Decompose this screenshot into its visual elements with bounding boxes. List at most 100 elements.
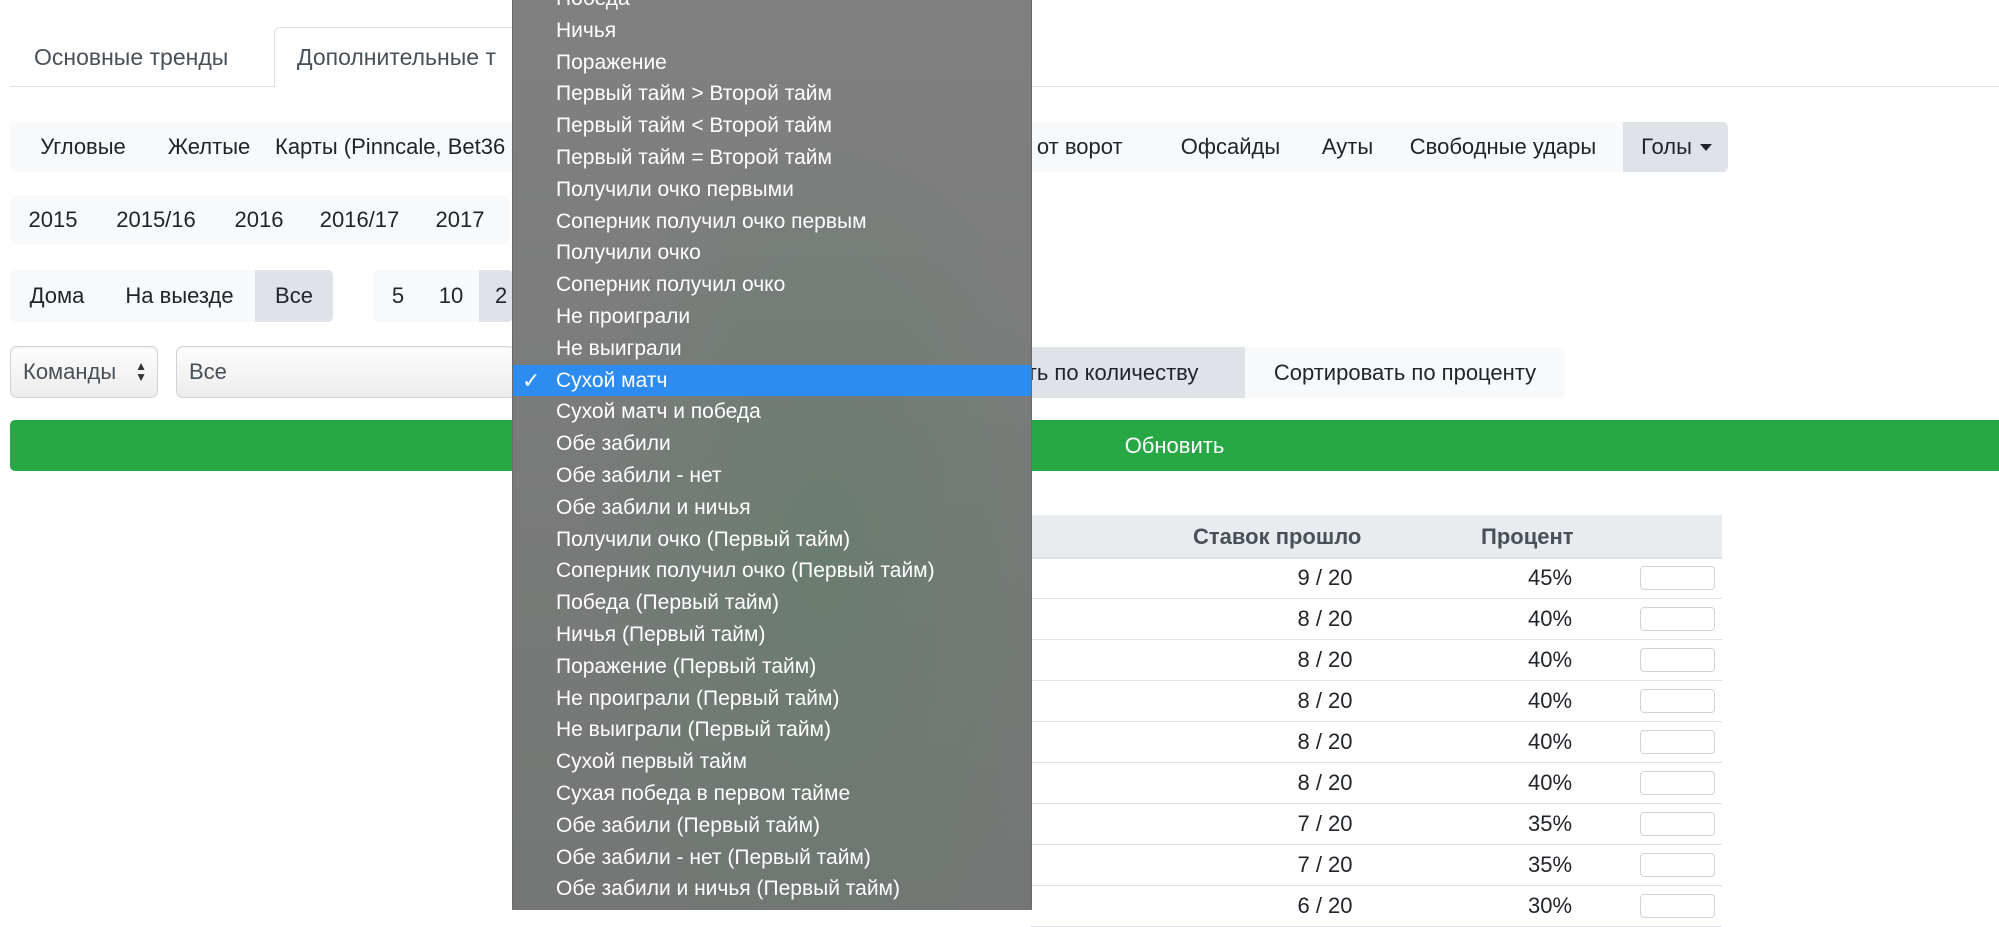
dropdown-option[interactable]: Обе забили: [513, 428, 1031, 459]
dropdown-option[interactable]: Обе забили (Первый тайм): [513, 810, 1031, 841]
dropdown-option[interactable]: Соперник получил очко: [513, 269, 1031, 300]
stat-goals-label: Голы: [1641, 134, 1692, 159]
stat-yellow-button[interactable]: Желтые: [153, 122, 265, 172]
dropdown-option[interactable]: Сухой матч и победа: [513, 396, 1031, 427]
last-5-button[interactable]: 5: [373, 270, 423, 322]
table-row: 6 / 20 30%: [1030, 885, 1722, 927]
row-action-button[interactable]: [1640, 894, 1715, 918]
dropdown-option[interactable]: ✓ Сухой матч: [513, 364, 1031, 396]
stat-goals-dropdown-button[interactable]: Голы: [1623, 122, 1728, 172]
dropdown-option[interactable]: Обе забили - нет (Первый тайм): [513, 842, 1031, 873]
stat-free-kicks-button[interactable]: Свободные удары: [1403, 122, 1603, 172]
dropdown-option[interactable]: Получили очко (Первый тайм): [513, 524, 1031, 555]
dropdown-option[interactable]: Поражение: [513, 47, 1031, 78]
stat-offsides-button[interactable]: Офсайды: [1173, 122, 1288, 172]
dropdown-option[interactable]: Не выиграли (Первый тайм): [513, 714, 1031, 745]
table-row: 7 / 20 35%: [1030, 803, 1722, 845]
venue-away-button[interactable]: На выезде: [104, 270, 255, 322]
dropdown-option[interactable]: Сухая победа в первом тайме: [513, 778, 1031, 809]
season-2016-button[interactable]: 2016: [216, 195, 302, 245]
dropdown-option-label: Обе забили и ничья (Первый тайм): [556, 877, 900, 901]
row-action-button[interactable]: [1640, 812, 1715, 836]
dropdown-option-label: Соперник получил очко: [556, 273, 786, 297]
percent-cell: 40%: [1527, 688, 1573, 713]
last-10-button[interactable]: 10: [423, 270, 479, 322]
dropdown-option-label: Поражение (Первый тайм): [556, 654, 817, 678]
percent-cell: 40%: [1527, 606, 1573, 631]
table-row: 9 / 20 45%: [1030, 557, 1722, 599]
dropdown-option[interactable]: Получили очко: [513, 237, 1031, 268]
row-action-button[interactable]: [1640, 566, 1715, 590]
table-row: 8 / 20 40%: [1030, 762, 1722, 804]
season-group: 2015 2015/16 2016 2016/17 2017: [10, 195, 510, 245]
dropdown-option[interactable]: Ничья (Первый тайм): [513, 619, 1031, 650]
season-2015-button[interactable]: 2015: [10, 195, 96, 245]
checkmark-icon: ✓: [522, 367, 541, 393]
sort-by-count-button[interactable]: ать по количеству: [1005, 347, 1245, 398]
dropdown-option-label: Победа: [556, 0, 630, 10]
dropdown-option[interactable]: Обе забили - нет: [513, 460, 1031, 491]
dropdown-option-label: Первый тайм = Второй тайм: [556, 146, 832, 169]
dropdown-option-label: Ничья (Первый тайм): [556, 623, 766, 646]
row-action-button[interactable]: [1640, 730, 1715, 754]
row-action-button[interactable]: [1640, 853, 1715, 877]
dropdown-option-label: Первый тайм > Второй тайм: [556, 82, 832, 106]
dropdown-option-label: Получили очко (Первый тайм): [556, 527, 851, 551]
row-action-button[interactable]: [1640, 771, 1715, 795]
update-button-label: Обновить: [1124, 432, 1225, 458]
dropdown-option[interactable]: Соперник получил очко первым: [513, 206, 1031, 237]
dropdown-option[interactable]: Обе забили и ничья (Первый тайм): [513, 873, 1031, 904]
dropdown-option-label: Ничья: [556, 18, 617, 42]
dropdown-option[interactable]: Первый тайм > Второй тайм: [513, 78, 1031, 109]
season-2016-17-button[interactable]: 2016/17: [302, 195, 417, 245]
dropdown-option[interactable]: Поражение (Первый тайм): [513, 651, 1031, 682]
table-row: 8 / 20 40%: [1030, 680, 1722, 722]
last-20-button[interactable]: 2: [479, 270, 513, 322]
dropdown-option-label: Поражение: [556, 50, 667, 74]
dropdown-option[interactable]: Получили очко первыми: [513, 174, 1031, 205]
row-action-button[interactable]: [1640, 689, 1715, 713]
venue-all-button[interactable]: Все: [255, 270, 333, 322]
dropdown-option[interactable]: Победа (Первый тайм): [513, 587, 1031, 618]
stat-goal-kicks-button[interactable]: ы от ворот: [1015, 122, 1165, 172]
dropdown-option[interactable]: Победа: [513, 0, 1031, 14]
stat-corners-button[interactable]: Угловые: [28, 122, 138, 172]
bets-passed-cell: 7 / 20: [1297, 811, 1353, 836]
bets-passed-cell: 8 / 20: [1297, 647, 1353, 672]
header-percent: Процент: [1481, 524, 1574, 549]
bets-passed-cell: 8 / 20: [1297, 688, 1353, 713]
dropdown-option-label: Сухая победа в первом тайме: [556, 782, 851, 805]
sort-by-percent-button[interactable]: Сортировать по проценту: [1245, 347, 1565, 398]
dropdown-option[interactable]: Первый тайм = Второй тайм: [513, 142, 1031, 173]
percent-cell: 40%: [1527, 729, 1573, 754]
dropdown-option[interactable]: Не проиграли (Первый тайм): [513, 683, 1031, 714]
stat-cards-button[interactable]: Карты (Pinncale, Bet36: [275, 122, 525, 172]
dropdown-option[interactable]: Сухой первый тайм: [513, 746, 1031, 777]
venue-group: Дома На выезде Все: [10, 270, 333, 322]
row-action-button[interactable]: [1640, 607, 1715, 631]
teams-select-value: Команды: [23, 359, 117, 384]
dropdown-option[interactable]: Ничья: [513, 15, 1031, 46]
season-2015-16-button[interactable]: 2015/16: [96, 195, 216, 245]
stat-throwins-button[interactable]: Ауты: [1310, 122, 1385, 172]
scope-select[interactable]: Все: [176, 346, 516, 398]
dropdown-option-label: Не выиграли: [556, 336, 682, 360]
percent-cell: 40%: [1527, 647, 1573, 672]
bets-passed-cell: 8 / 20: [1297, 770, 1353, 795]
row-action-button[interactable]: [1640, 648, 1715, 672]
dropdown-option[interactable]: Не выиграли: [513, 333, 1031, 364]
dropdown-option-label: Обе забили и ничья: [556, 495, 751, 519]
dropdown-option[interactable]: Не проиграли: [513, 301, 1031, 332]
table-row: 7 / 20 35%: [1030, 844, 1722, 886]
dropdown-option-label: Не проиграли (Первый тайм): [556, 686, 840, 710]
tab-extra-trends[interactable]: Дополнительные т: [274, 27, 534, 87]
dropdown-option[interactable]: Обе забили и ничья: [513, 492, 1031, 523]
dropdown-option[interactable]: Первый тайм < Второй тайм: [513, 110, 1031, 141]
dropdown-option[interactable]: Соперник получил очко (Первый тайм): [513, 555, 1031, 586]
dropdown-option-label: Сухой первый тайм: [556, 750, 747, 774]
venue-home-button[interactable]: Дома: [10, 270, 104, 322]
season-2017-button[interactable]: 2017: [417, 195, 503, 245]
teams-select[interactable]: Команды ▲ ▼: [10, 346, 158, 398]
tab-main-trends[interactable]: Основные тренды: [34, 28, 228, 86]
caret-down-icon: [1699, 143, 1712, 151]
